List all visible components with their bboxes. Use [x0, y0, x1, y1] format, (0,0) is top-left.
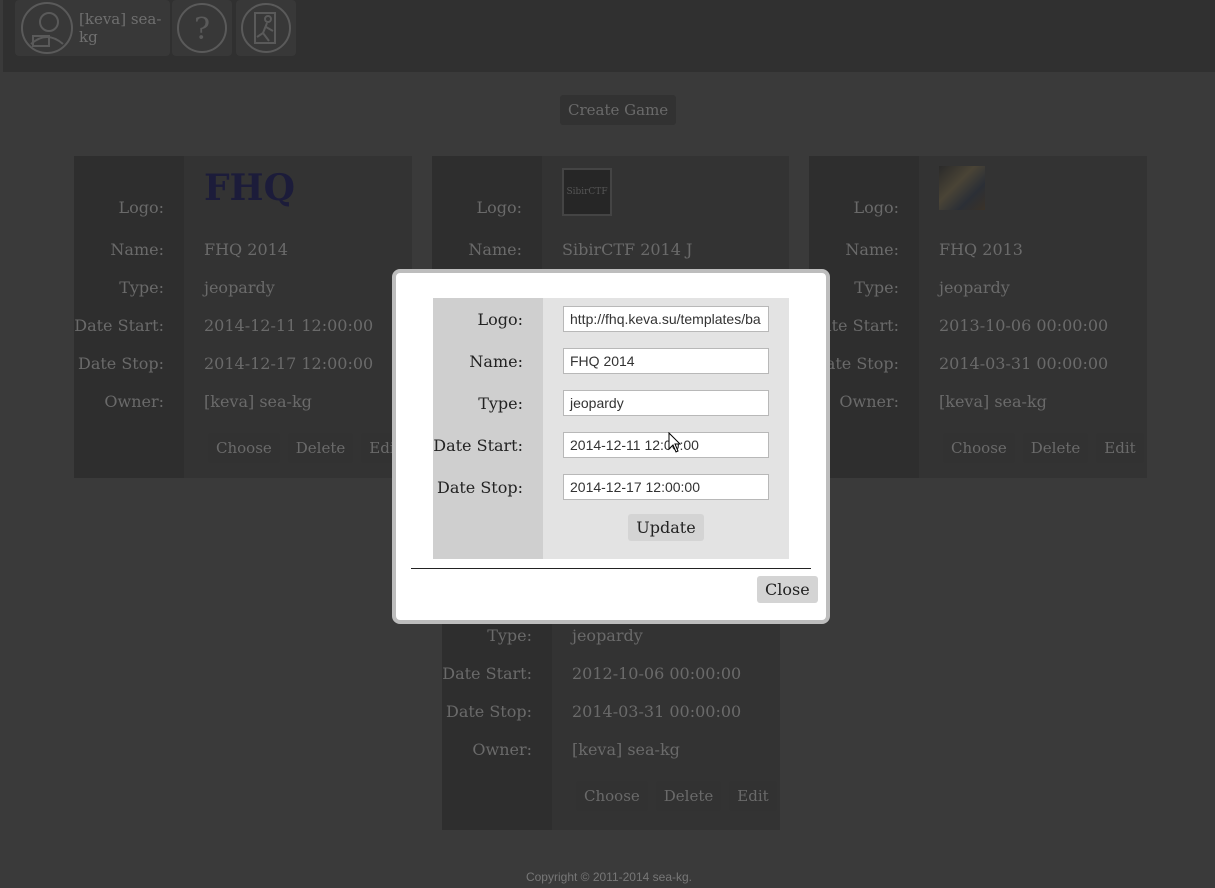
game-name: SibirCTF 2014 J: [562, 240, 693, 259]
mouse-cursor-icon: [668, 431, 682, 458]
game-type: jeopardy: [204, 278, 275, 297]
date-stop-field-label: Date Stop:: [436, 477, 523, 497]
date-start-label: Date Start:: [442, 664, 532, 683]
logo-field-label: Logo:: [477, 309, 523, 329]
game-type: jeopardy: [939, 278, 1010, 297]
help-button[interactable]: ?: [172, 0, 232, 56]
svg-text:?: ?: [194, 12, 210, 47]
logo-label: Logo:: [853, 198, 899, 217]
create-game-button[interactable]: Create Game: [560, 95, 677, 125]
edit-button[interactable]: Edit: [729, 781, 777, 811]
edit-game-form: Logo: Name: Type: Date Start: Date Stop:…: [433, 298, 789, 559]
dialog-divider: [411, 568, 811, 569]
logout-button[interactable]: [236, 0, 296, 56]
game-owner: [keva] sea-kg: [572, 740, 680, 759]
game-name: FHQ 2013: [939, 240, 1023, 259]
user-menu-button[interactable]: [keva] sea-kg: [15, 0, 170, 56]
name-label: Name:: [110, 240, 164, 259]
user-name-label: [keva] sea-kg: [79, 10, 162, 46]
game-name: FHQ 2014: [204, 240, 288, 259]
game-date-start: 2012-10-06 00:00:00: [572, 664, 742, 683]
delete-button[interactable]: Delete: [655, 781, 722, 811]
delete-button[interactable]: Delete: [287, 433, 354, 463]
name-label: Name:: [468, 240, 522, 259]
date-stop-input[interactable]: 2014-12-17 12:00:00: [563, 474, 769, 500]
logo-label: Logo:: [476, 198, 522, 217]
game-date-start: 2014-12-11 12:00:00: [204, 316, 374, 335]
choose-button[interactable]: Choose: [943, 433, 1015, 463]
game-card: Logo: Name: Type: Date Start: Date Stop:…: [809, 156, 1147, 478]
choose-button[interactable]: Choose: [576, 781, 648, 811]
logout-icon: [239, 1, 293, 55]
game-logo-image: [939, 166, 985, 210]
game-logo: FHQ: [204, 167, 295, 209]
date-start-label: Date Start:: [74, 316, 164, 335]
game-owner: [keva] sea-kg: [939, 392, 1047, 411]
date-stop-label: Date Stop:: [445, 702, 532, 721]
logo-label: Logo:: [118, 198, 164, 217]
game-logo: SibirCTF: [562, 168, 612, 216]
game-date-stop: 2014-12-17 12:00:00: [204, 354, 374, 373]
user-avatar-icon: [19, 0, 75, 56]
copyright: Copyright © 2011-2014 sea-kg.: [525, 870, 693, 884]
close-button[interactable]: Close: [757, 576, 818, 603]
type-label: Type:: [119, 278, 164, 297]
game-date-start: 2013-10-06 00:00:00: [939, 316, 1109, 335]
logo-input[interactable]: http://fhq.keva.su/templates/ba: [563, 306, 769, 332]
name-field-label: Name:: [469, 351, 523, 371]
type-input[interactable]: jeopardy: [563, 390, 769, 416]
game-date-stop: 2014-03-31 00:00:00: [572, 702, 742, 721]
top-bar: [keva] sea-kg ?: [3, 0, 1215, 72]
date-start-field-label: Date Start:: [433, 435, 523, 455]
edit-game-dialog: Logo: Name: Type: Date Start: Date Stop:…: [392, 269, 830, 624]
delete-button[interactable]: Delete: [1022, 433, 1089, 463]
name-label: Name:: [845, 240, 899, 259]
update-button[interactable]: Update: [628, 514, 704, 541]
game-card: Logo: Name: Type: Date Start: Date Stop:…: [74, 156, 412, 478]
type-field-label: Type:: [478, 393, 523, 413]
date-start-input[interactable]: 2014-12-11 12:00:00: [563, 432, 769, 458]
name-input[interactable]: FHQ 2014: [563, 348, 769, 374]
game-owner: [keva] sea-kg: [204, 392, 312, 411]
edit-button[interactable]: Edit: [1096, 433, 1144, 463]
game-date-stop: 2014-03-31 00:00:00: [939, 354, 1109, 373]
choose-button[interactable]: Choose: [208, 433, 280, 463]
date-stop-label: Date Stop:: [77, 354, 164, 373]
help-icon: ?: [175, 1, 229, 55]
owner-label: Owner:: [104, 392, 164, 411]
owner-label: Owner:: [472, 740, 532, 759]
